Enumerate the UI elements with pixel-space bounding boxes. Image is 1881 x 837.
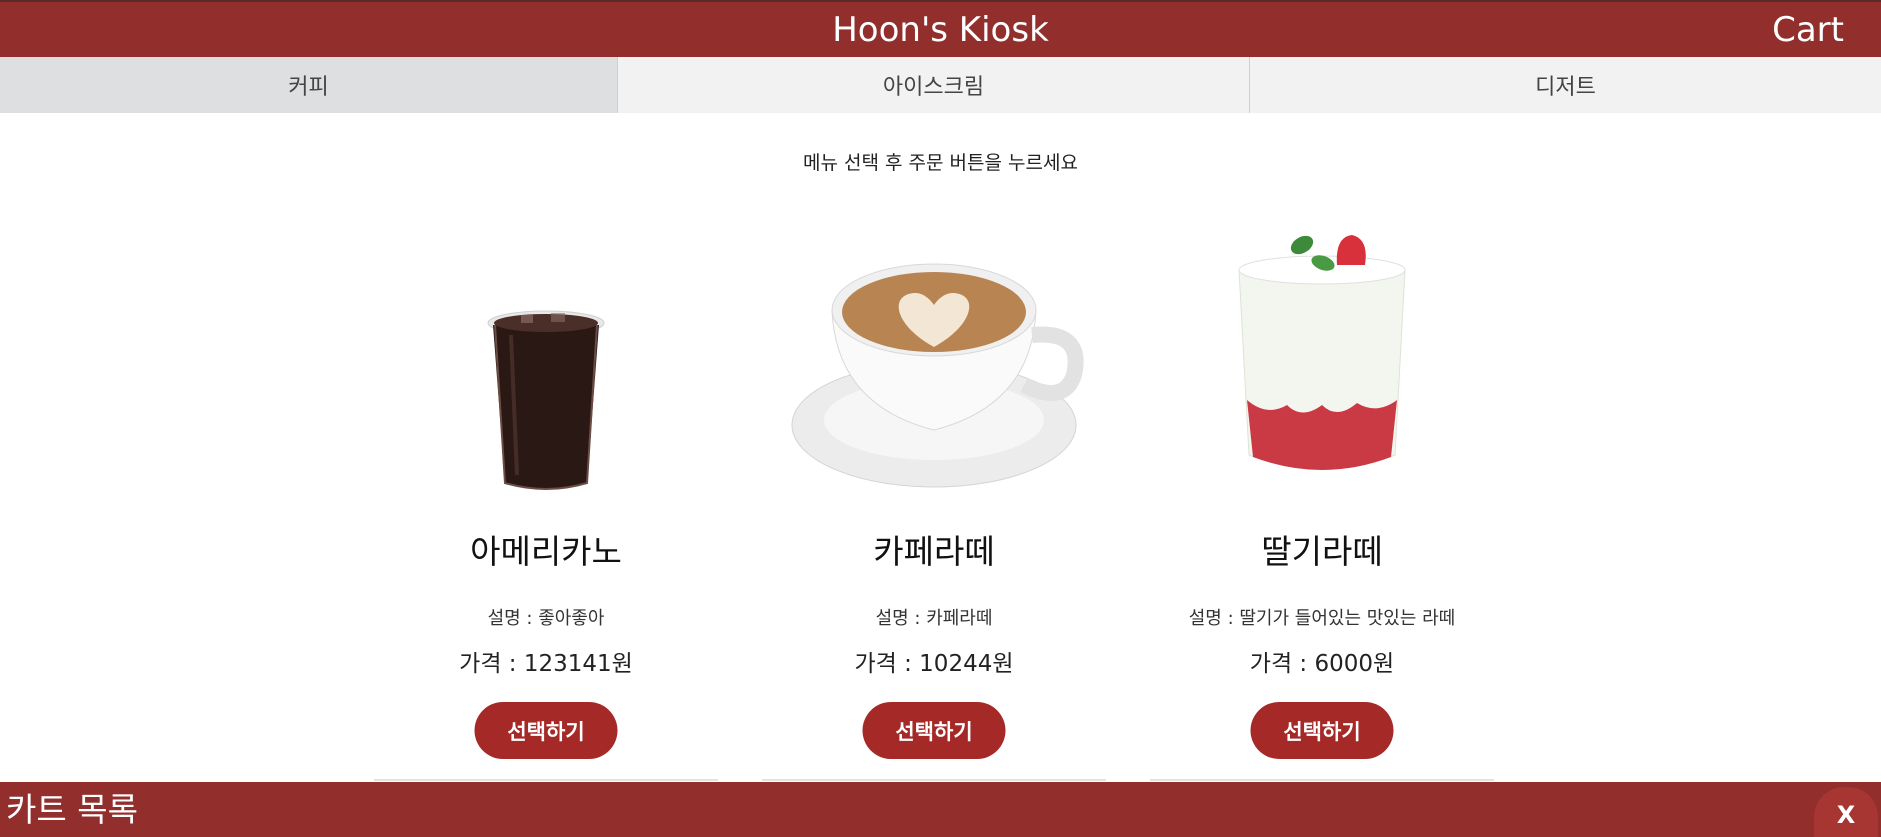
iced-americano-image — [374, 225, 718, 495]
tab-dessert[interactable]: 디저트 — [1250, 57, 1881, 113]
select-button[interactable]: 선택하기 — [474, 702, 618, 759]
strawberry-latte-image — [1150, 225, 1494, 495]
app-title: Hoon's Kiosk — [832, 10, 1049, 50]
category-tabs: 커피 아이스크림 디저트 — [0, 57, 1881, 113]
menu-description: 설명 : 좋아좋아 — [487, 608, 605, 629]
menu-name: 딸기라떼 — [1261, 532, 1383, 571]
menu-card-americano: 아메리카노 설명 : 좋아좋아 가격 : 123141원 선택하기 — [374, 225, 718, 781]
menu-name: 카페라떼 — [873, 532, 995, 571]
menu-price: 가격 : 123141원 — [459, 651, 633, 677]
cart-list-title: 카트 목록 — [6, 790, 138, 829]
menu-description: 설명 : 딸기가 들어있는 맛있는 라떼 — [1188, 608, 1456, 629]
close-cart-button[interactable]: X — [1814, 787, 1878, 837]
menu-name: 아메리카노 — [470, 532, 622, 571]
cafe-latte-image — [762, 225, 1106, 495]
menu-description: 설명 : 카페라떼 — [875, 608, 993, 629]
cart-list-bar[interactable]: 카트 목록 X — [0, 782, 1881, 837]
cart-button[interactable]: Cart — [1772, 8, 1844, 52]
menu-price: 가격 : 6000원 — [1249, 651, 1395, 677]
menu-card-strawberry-latte: 딸기라떼 설명 : 딸기가 들어있는 맛있는 라떼 가격 : 6000원 선택하… — [1150, 225, 1494, 781]
app-header: Hoon's Kiosk Cart — [0, 0, 1881, 57]
select-button[interactable]: 선택하기 — [1250, 702, 1394, 759]
tab-icecream[interactable]: 아이스크림 — [618, 57, 1250, 113]
menu-card-cafe-latte: 카페라떼 설명 : 카페라떼 가격 : 10244원 선택하기 — [762, 225, 1106, 781]
instruction-text: 메뉴 선택 후 주문 버튼을 누르세요 — [803, 152, 1078, 174]
menu-price: 가격 : 10244원 — [854, 651, 1014, 677]
select-button[interactable]: 선택하기 — [862, 702, 1006, 759]
tab-coffee[interactable]: 커피 — [0, 57, 618, 113]
